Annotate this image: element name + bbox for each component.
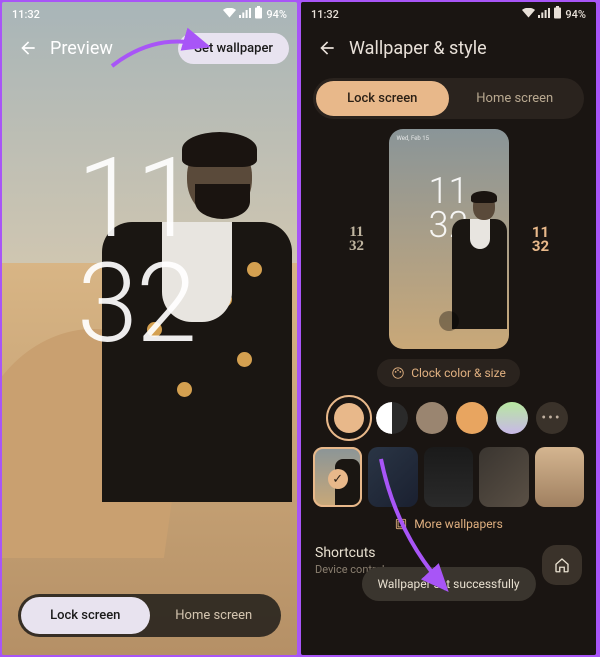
color-swatch-5[interactable] [496,402,528,434]
success-toast: Wallpaper set successfully [361,567,535,601]
preview-screen: 11:32 94% Preview Set wallpaper 11 32 [2,2,297,655]
wallpaper-thumb-4[interactable] [479,447,528,507]
wallpaper-thumb-1[interactable]: ✓ [313,447,362,507]
home-shortcut-button[interactable] [542,545,582,585]
wifi-icon [223,8,236,21]
battery-percent: 94% [565,8,586,21]
wallpaper-thumb-5[interactable] [535,447,584,507]
status-bar: 11:32 94% [2,2,297,26]
shortcuts-title: Shortcuts [315,545,542,561]
wallpaper-icon [394,517,408,531]
page-title: Wallpaper & style [349,38,487,59]
wifi-icon [522,8,535,21]
status-bar: 11:32 94% [301,2,596,26]
lockscreen-preview[interactable]: Wed, Feb 15 11 32 [389,129,509,349]
clock-style-option-2[interactable]: 11 32 [517,215,565,263]
clock-color-size-button[interactable]: Clock color & size [377,359,520,387]
status-time: 11:32 [311,8,339,21]
battery-percent: 94% [266,8,287,21]
color-swatch-bw[interactable] [376,402,408,434]
wallpaper-thumb-2[interactable] [368,447,417,507]
color-swatch-selected[interactable] [330,399,368,437]
fingerprint-icon [439,311,459,331]
clock-style-row: 11 32 Wed, Feb 15 11 32 11 32 [301,129,596,349]
tab-lock-screen[interactable]: Lock screen [316,81,449,116]
back-button[interactable] [309,30,345,66]
clock-hours: 11 [77,147,195,252]
clock-style-option-1[interactable]: 11 32 [333,215,381,263]
mini-date: Wed, Feb 15 [397,135,430,142]
wallpaper-style-screen: 11:32 94% Wallpaper & style Lock screen … [301,2,596,655]
status-time: 11:32 [12,8,40,21]
check-icon: ✓ [328,469,348,489]
wallpaper-thumb-3[interactable] [424,447,473,507]
style-header: Wallpaper & style [301,26,596,70]
page-title: Preview [50,38,113,59]
screen-tabs: Lock screen Home screen [313,78,584,119]
battery-icon [254,6,263,22]
clock-minutes: 32 [77,252,195,357]
wallpaper-thumbnails: ✓ [301,447,596,507]
tab-lock-screen[interactable]: Lock screen [21,597,150,634]
preview-header: Preview Set wallpaper [2,26,297,70]
preview-tabs: Lock screen Home screen [18,594,281,637]
signal-icon [538,8,550,21]
more-colors-button[interactable]: ••• [536,402,568,434]
color-swatch-3[interactable] [416,402,448,434]
more-wallpapers-button[interactable]: More wallpapers [301,517,596,531]
palette-icon [391,366,405,380]
back-button[interactable] [10,30,46,66]
home-icon [553,556,571,574]
color-swatch-4[interactable] [456,402,488,434]
battery-icon [553,6,562,22]
color-swatches: ••• [301,399,596,437]
signal-icon [239,8,251,21]
set-wallpaper-button[interactable]: Set wallpaper [178,33,289,64]
lock-clock: 11 32 [77,147,195,356]
tab-home-screen[interactable]: Home screen [449,81,582,116]
tab-home-screen[interactable]: Home screen [150,597,279,634]
